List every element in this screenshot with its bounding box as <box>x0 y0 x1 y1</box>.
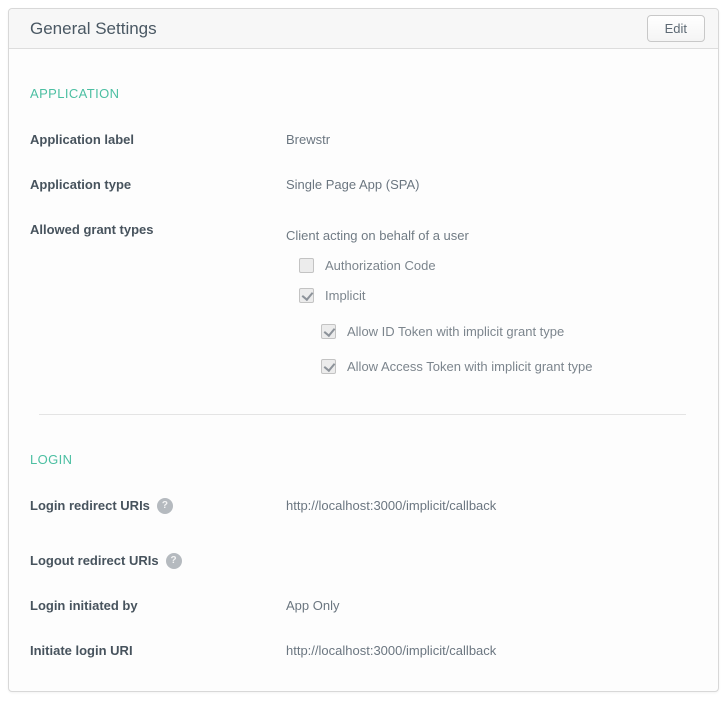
application-type-key: Application type <box>30 176 286 193</box>
grant-group-label: Client acting on behalf of a user <box>286 227 592 244</box>
allow-id-token-checkbox[interactable] <box>321 324 336 339</box>
row-application-label: Application label Brewstr <box>30 131 697 148</box>
initiate-login-value: http://localhost:3000/implicit/callback <box>286 642 496 659</box>
page-title: General Settings <box>30 19 157 39</box>
initiate-login-key: Initiate login URI <box>30 642 286 659</box>
grant-types-key: Allowed grant types <box>30 221 286 238</box>
row-login-initiated-by: Login initiated by App Only <box>30 597 697 614</box>
logout-redirect-label: Logout redirect URIs <box>30 552 159 569</box>
checkbox-label: Authorization Code <box>325 257 436 274</box>
login-initiated-key: Login initiated by <box>30 597 286 614</box>
section-title-application: APPLICATION <box>30 86 697 101</box>
authorization-code-checkbox[interactable] <box>299 258 314 273</box>
login-initiated-value: App Only <box>286 597 339 614</box>
general-settings-panel: General Settings Edit APPLICATION Applic… <box>8 8 719 692</box>
row-login-redirect-uris: Login redirect URIs ? http://localhost:3… <box>30 497 697 514</box>
checkbox-row-allow-id-token: Allow ID Token with implicit grant type <box>321 323 592 340</box>
checkbox-label: Allow ID Token with implicit grant type <box>347 323 564 340</box>
grant-types-value: Client acting on behalf of a user Author… <box>286 221 592 375</box>
help-icon[interactable]: ? <box>166 553 182 569</box>
checkbox-row-implicit: Implicit <box>299 287 592 304</box>
checkbox-label: Allow Access Token with implicit grant t… <box>347 358 592 375</box>
panel-body: APPLICATION Application label Brewstr Ap… <box>9 49 718 659</box>
login-redirect-label: Login redirect URIs <box>30 497 150 514</box>
checkbox-row-authorization-code: Authorization Code <box>299 257 592 274</box>
checkbox-label: Implicit <box>325 287 365 304</box>
allow-access-token-checkbox[interactable] <box>321 359 336 374</box>
help-icon[interactable]: ? <box>157 498 173 514</box>
application-type-value: Single Page App (SPA) <box>286 176 419 193</box>
panel-header: General Settings Edit <box>9 9 718 49</box>
row-application-type: Application type Single Page App (SPA) <box>30 176 697 193</box>
section-divider <box>39 414 686 415</box>
row-grant-types: Allowed grant types Client acting on beh… <box>30 221 697 375</box>
application-label-key: Application label <box>30 131 286 148</box>
login-redirect-value: http://localhost:3000/implicit/callback <box>286 497 496 514</box>
row-initiate-login-uri: Initiate login URI http://localhost:3000… <box>30 642 697 659</box>
edit-button[interactable]: Edit <box>647 15 705 42</box>
logout-redirect-key: Logout redirect URIs ? <box>30 552 286 569</box>
row-logout-redirect-uris: Logout redirect URIs ? <box>30 552 697 569</box>
implicit-checkbox[interactable] <box>299 288 314 303</box>
section-title-login: LOGIN <box>30 452 697 467</box>
login-redirect-key: Login redirect URIs ? <box>30 497 286 514</box>
application-label-value: Brewstr <box>286 131 330 148</box>
checkbox-row-allow-access-token: Allow Access Token with implicit grant t… <box>321 358 592 375</box>
